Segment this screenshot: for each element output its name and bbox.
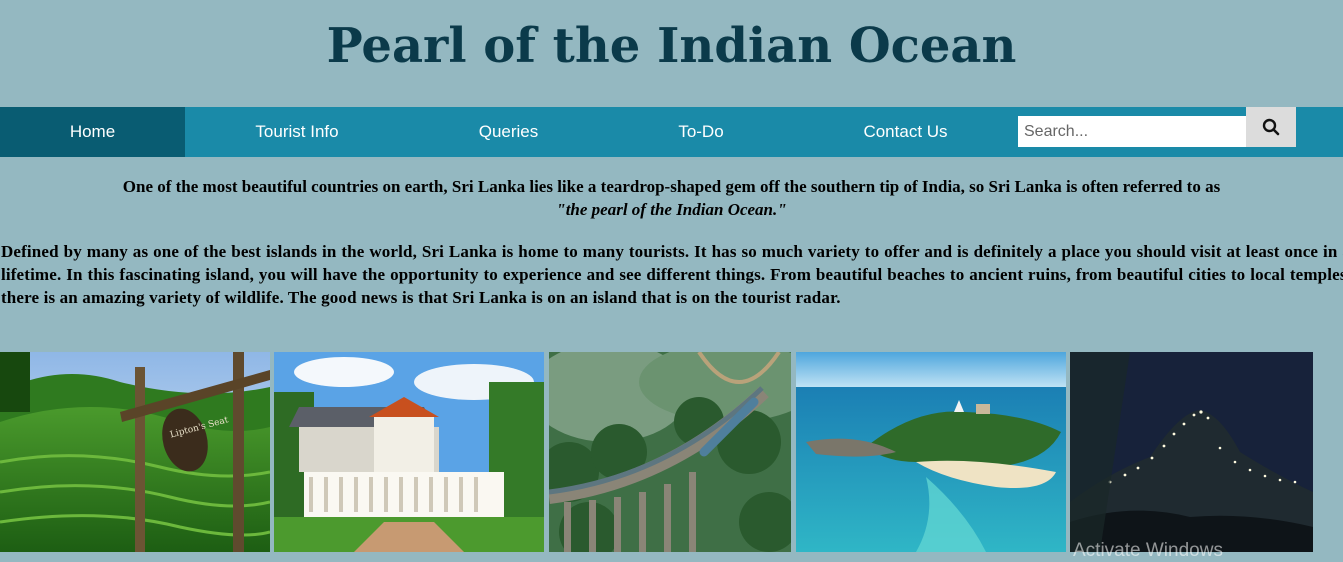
nine-arch-bridge-photo [549, 352, 791, 552]
page-title: Pearl of the Indian Ocean [326, 17, 1017, 74]
nav-item-queries[interactable]: Queries [409, 107, 608, 157]
intro-text: One of the most beautiful countries on e… [122, 177, 1221, 196]
search-button[interactable] [1246, 107, 1296, 147]
nav-item-to-do[interactable]: To-Do [608, 107, 794, 157]
temple-of-tooth-photo [274, 352, 544, 552]
nav-item-tourist-info[interactable]: Tourist Info [185, 107, 409, 157]
photo-gallery: Lipton's Seat [0, 352, 1343, 552]
nav-item-label: Contact Us [863, 122, 948, 141]
liptons-seat-photo: Lipton's Seat [0, 352, 270, 552]
page-header: Pearl of the Indian Ocean [0, 0, 1343, 107]
description-paragraph: Defined by many as one of the best islan… [1, 242, 1343, 307]
nav-item-label: To-Do [678, 122, 724, 141]
coastal-island-photo [796, 352, 1066, 552]
intro-quote: "the pearl of the Indian Ocean." [556, 200, 787, 219]
activate-windows-watermark: Activate Windows [1073, 540, 1223, 561]
search-bar [1018, 107, 1296, 157]
nav-item-contact-us[interactable]: Contact Us [794, 107, 1017, 157]
search-input[interactable] [1018, 116, 1246, 147]
nav-item-label: Tourist Info [255, 122, 339, 141]
nav-item-label: Queries [478, 122, 539, 141]
intro-paragraph: One of the most beautiful countries on e… [20, 175, 1323, 221]
adams-peak-night-photo [1070, 352, 1313, 552]
nav-item-label: Home [69, 122, 116, 141]
main-navbar: Home Tourist Info Queries To-Do Contact … [0, 107, 1343, 157]
search-icon [1262, 118, 1280, 136]
nav-item-home[interactable]: Home [0, 107, 185, 157]
